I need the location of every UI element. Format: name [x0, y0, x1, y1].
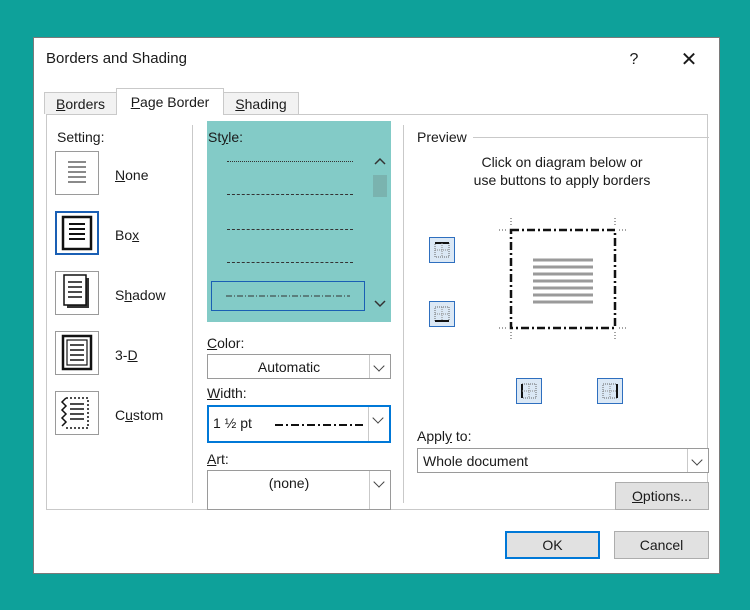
tab-shading-label: hading	[244, 96, 287, 112]
preview-diagram[interactable]	[499, 218, 627, 340]
width-line-sample	[275, 424, 365, 426]
art-value: (none)	[268, 475, 310, 491]
color-label: Color:	[207, 335, 245, 351]
chevron-down-icon	[368, 407, 389, 441]
top-border-button[interactable]	[429, 237, 455, 263]
setting-3d-option[interactable]	[55, 331, 99, 375]
tab-shading[interactable]: Shading	[223, 92, 299, 114]
setting-box-label: Box	[115, 227, 140, 243]
page-box-icon	[61, 215, 93, 251]
tab-borders-label: orders	[65, 96, 106, 112]
options-accel: O	[632, 488, 643, 504]
page-3d-icon	[61, 334, 93, 371]
page-none-icon	[68, 161, 86, 183]
title-bar: Borders and Shading ? ✕	[34, 38, 719, 84]
setting-style-divider	[192, 125, 193, 503]
setting-heading: Setting:	[57, 129, 105, 145]
art-label: Art:	[207, 451, 229, 467]
style-list-scrollbar[interactable]	[371, 151, 389, 316]
dialog-title: Borders and Shading	[46, 50, 187, 67]
scroll-thumb	[373, 175, 387, 197]
cancel-button[interactable]: Cancel	[614, 531, 709, 559]
apply-to-label: Apply to:	[417, 428, 472, 444]
scroll-arrows	[373, 157, 387, 308]
options-button[interactable]: Options...	[615, 482, 709, 510]
border-bottom-icon	[434, 306, 450, 322]
preview-rule	[473, 137, 709, 138]
setting-none-label: None	[115, 167, 149, 183]
close-button[interactable]: ✕	[672, 46, 706, 74]
setting-custom-label: Custom	[115, 407, 164, 423]
setting-3d-label: 3-D	[115, 347, 138, 363]
right-border-button[interactable]	[597, 378, 623, 404]
tab-page-border-label: age Border	[140, 94, 210, 110]
options-label: ptions...	[642, 488, 692, 504]
style-list[interactable]: Style:	[207, 121, 391, 322]
borders-and-shading-dialog: Borders and Shading ? ✕ Borders Page Bor…	[33, 37, 720, 574]
width-value: 1 ½ pt	[213, 415, 252, 431]
style-option-dotted[interactable]	[227, 161, 353, 162]
color-dropdown[interactable]: Automatic	[207, 354, 391, 379]
apply-to-value: Whole document	[423, 453, 529, 469]
page-shadow-icon	[63, 274, 89, 308]
border-right-icon	[602, 383, 618, 399]
page-border-panel: Setting: None Box Shadow 3-D Custom Styl…	[46, 114, 709, 510]
preview-instruction-1: Click on diagram below or	[481, 154, 643, 170]
tab-shading-accel: S	[235, 96, 245, 112]
border-top-icon	[434, 242, 450, 258]
page-custom-icon	[60, 397, 89, 429]
scroll-down-icon	[374, 300, 386, 308]
style-option-dash[interactable]	[227, 229, 353, 230]
tab-page-border[interactable]: Page Border	[116, 88, 224, 115]
preview-heading: Preview	[417, 129, 467, 145]
setting-shadow-option[interactable]	[55, 271, 99, 315]
help-button[interactable]: ?	[619, 46, 649, 74]
art-dropdown[interactable]: (none)	[207, 470, 391, 510]
style-heading: Style:	[208, 129, 244, 145]
ok-button[interactable]: OK	[505, 531, 600, 559]
border-left-icon	[521, 383, 537, 399]
width-label: Width:	[207, 385, 247, 401]
preview-page-svg	[499, 218, 627, 340]
chevron-down-icon	[369, 355, 390, 378]
tab-page-border-accel: P	[130, 94, 141, 110]
apply-to-dropdown[interactable]: Whole document	[417, 448, 709, 473]
chevron-down-icon	[687, 449, 708, 472]
style-preview-divider	[403, 125, 404, 503]
scroll-up-icon	[374, 157, 386, 165]
style-option-dash-dot-selected[interactable]	[211, 281, 365, 311]
setting-shadow-label: Shadow	[115, 287, 166, 303]
color-value: Automatic	[257, 359, 321, 375]
tab-borders-accel: B	[55, 96, 66, 112]
left-border-button[interactable]	[516, 378, 542, 404]
style-option-long-dash[interactable]	[227, 262, 353, 263]
dash-dot-line	[226, 295, 350, 297]
preview-instruction-2: use buttons to apply borders	[473, 172, 651, 188]
chevron-down-icon	[369, 471, 390, 509]
tab-borders[interactable]: Borders	[44, 92, 117, 114]
setting-custom-option[interactable]	[55, 391, 99, 435]
bottom-border-button[interactable]	[429, 301, 455, 327]
width-dropdown[interactable]: 1 ½ pt	[207, 405, 391, 443]
setting-none-option[interactable]	[55, 151, 99, 195]
setting-box-option[interactable]	[55, 211, 99, 255]
style-option-fine-dash[interactable]	[227, 194, 353, 195]
